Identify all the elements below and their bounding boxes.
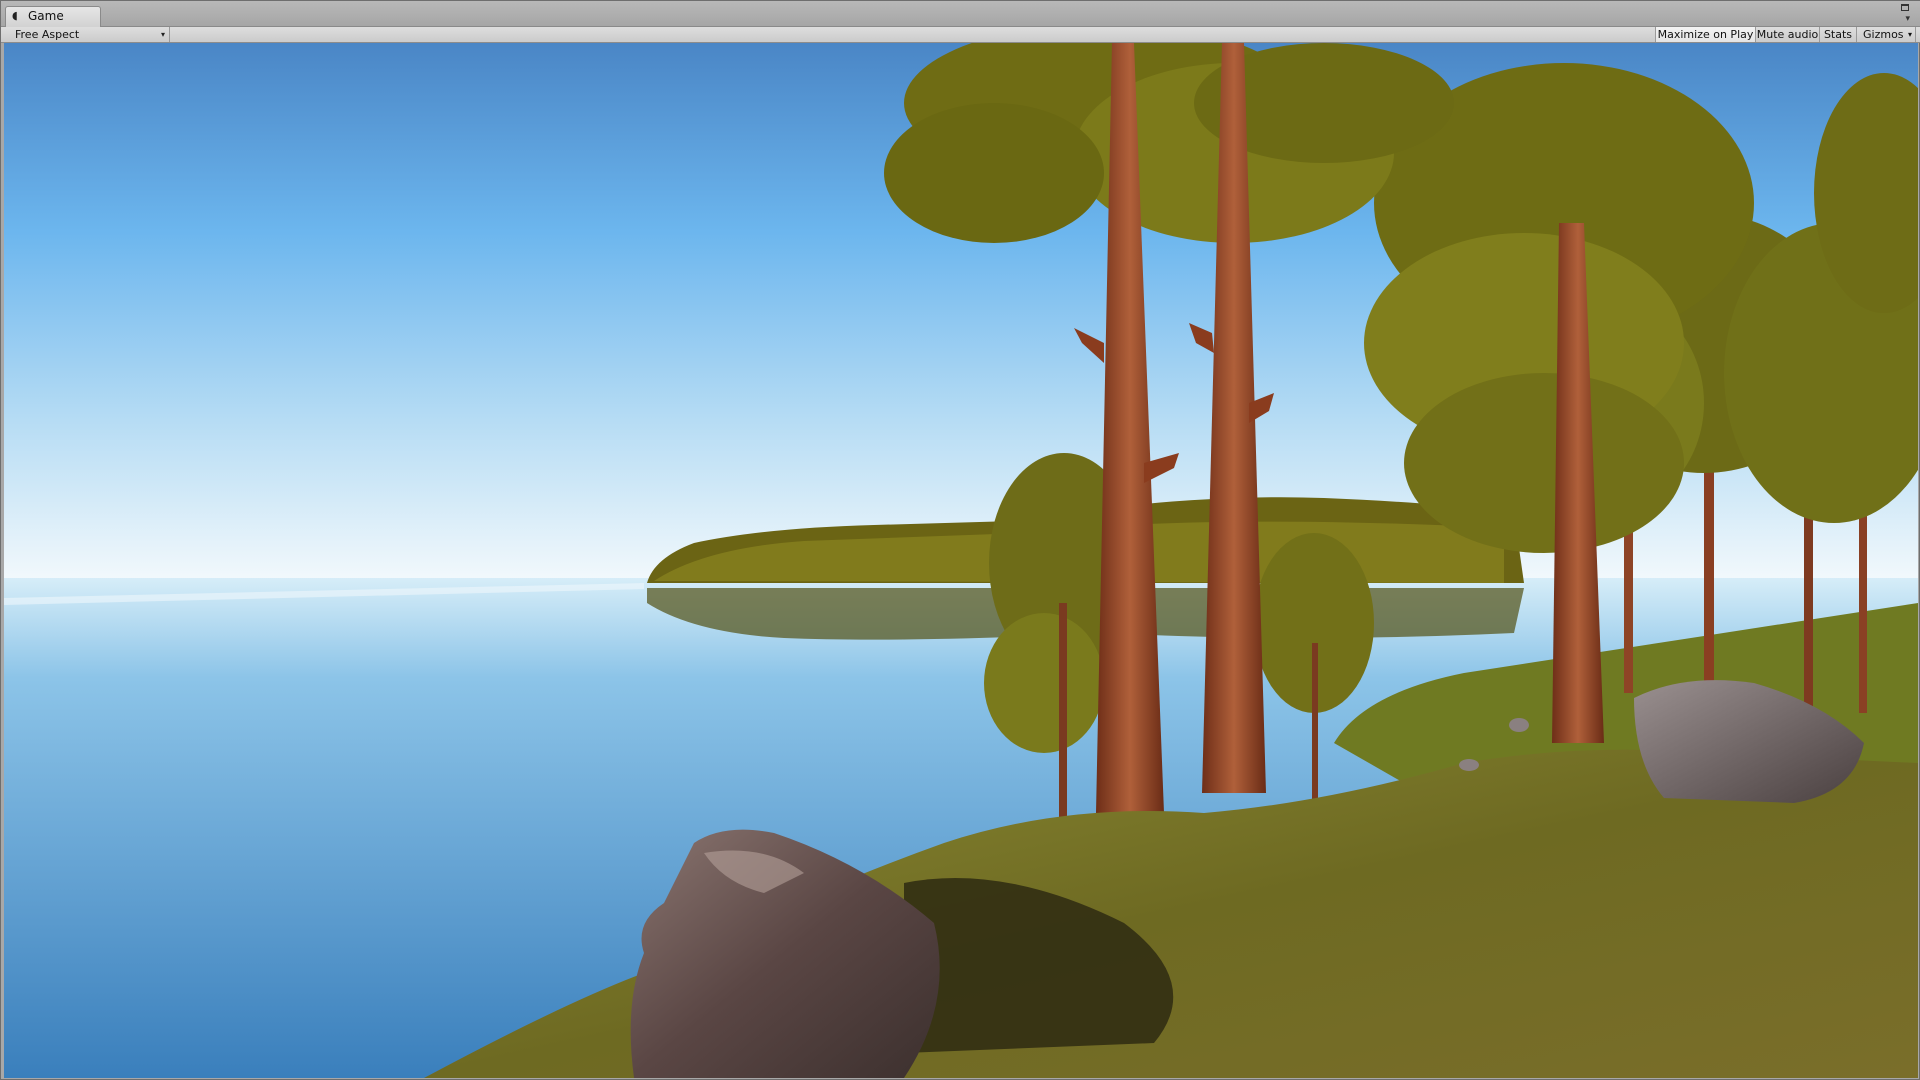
window-controls: ▾ (1889, 3, 1911, 25)
small-stone (1509, 718, 1529, 732)
maximize-on-play-button[interactable]: Maximize on Play (1655, 27, 1755, 42)
gizmos-label: Gizmos (1863, 28, 1904, 41)
aspect-dropdown-label: Free Aspect (15, 28, 80, 41)
maximize-window-icon[interactable] (1901, 4, 1909, 11)
gizmos-dropdown[interactable]: Gizmos ▾ (1856, 27, 1916, 42)
small-stone (1459, 759, 1479, 771)
stats-button[interactable]: Stats (1819, 27, 1856, 42)
tab-strip: ◖ Game ▾ (1, 1, 1920, 27)
chevron-down-icon: ▾ (160, 30, 165, 39)
game-scene (4, 43, 1918, 1078)
game-viewport[interactable] (4, 43, 1918, 1078)
tab-game-label: Game (28, 9, 64, 23)
game-window: ◖ Game ▾ Free Aspect ▾ Maximize on Play … (0, 0, 1920, 1080)
unity-logo-icon: ◖ (12, 9, 18, 22)
mute-audio-button[interactable]: Mute audio (1755, 27, 1819, 42)
chevron-down-icon[interactable]: ▾ (1905, 15, 1910, 24)
chevron-down-icon: ▾ (1907, 30, 1912, 39)
game-toolbar: Free Aspect ▾ Maximize on Play Mute audi… (1, 27, 1920, 43)
aspect-dropdown[interactable]: Free Aspect ▾ (9, 27, 170, 42)
tab-game[interactable]: ◖ Game (5, 6, 101, 27)
